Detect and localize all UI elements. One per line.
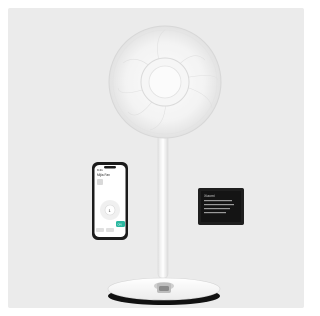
product-photo: 9:41 Mijia Fan 1 ON Xiaomi	[92, 25, 244, 305]
fan-base	[107, 277, 221, 305]
phone-power-label: ON	[118, 223, 122, 227]
base-control-button[interactable]	[159, 286, 169, 291]
phone-time: 9:41	[97, 168, 103, 172]
remote-brand: Xiaomi	[204, 194, 215, 198]
phone-title: Mijia Fan	[97, 173, 110, 177]
fan-pole	[157, 127, 169, 279]
fan-head	[108, 25, 222, 139]
fan-hub	[148, 65, 182, 99]
